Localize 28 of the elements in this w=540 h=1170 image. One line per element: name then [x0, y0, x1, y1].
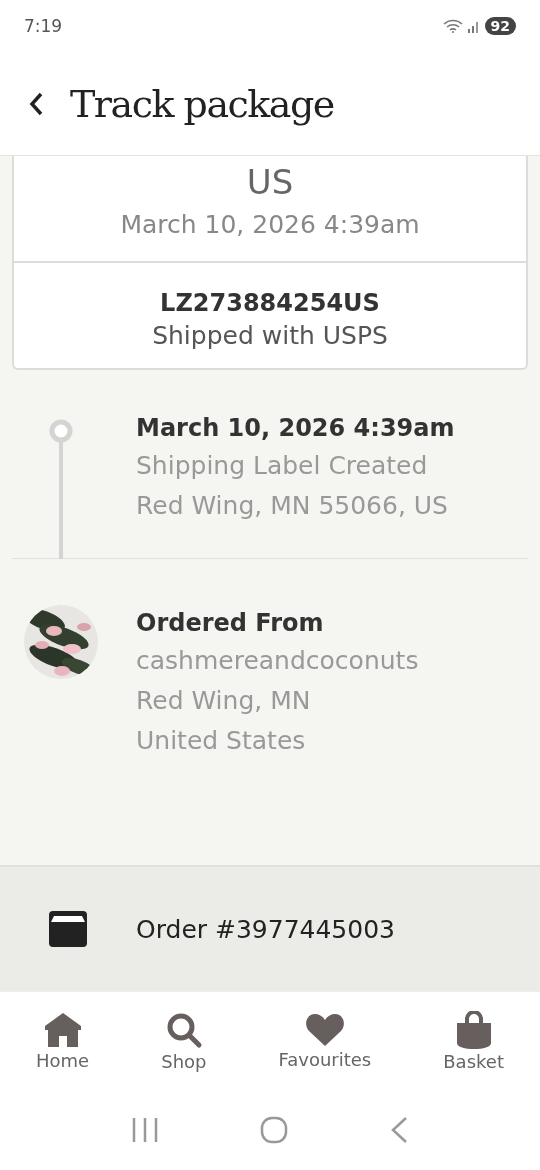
nav-tab[interactable]: Favourites — [278, 1012, 372, 1070]
nav-tab[interactable]: Shop — [161, 1010, 207, 1072]
battery-badge: 92 — [484, 17, 516, 35]
back-button[interactable] — [28, 90, 44, 117]
nav-tab[interactable]: Basket — [443, 1010, 504, 1072]
wifi-icon — [442, 19, 463, 33]
event-detail: Shipping Label Created — [136, 450, 429, 482]
tracking-number: LZ273884254US — [160, 289, 380, 317]
event-detail: Red Wing, MN — [136, 685, 312, 717]
box-icon — [48, 910, 88, 948]
event-detail: United States — [136, 725, 307, 757]
event-title: Ordered From — [136, 608, 325, 639]
bag-icon — [454, 1010, 493, 1049]
carrier-text: Shipped with USPS — [152, 321, 388, 350]
recent-apps-icon[interactable] — [130, 1117, 159, 1143]
timestamp-text: March 10, 2026 4:39am — [120, 210, 420, 239]
status-time: 7:19 — [24, 16, 63, 36]
order-number: Order #3977445003 — [136, 914, 395, 944]
order-row[interactable]: Order #3977445003 — [0, 865, 540, 991]
event-detail: Red Wing, MN 55066, US — [136, 490, 449, 522]
page-title: Track package — [70, 81, 334, 126]
home-icon — [42, 1011, 83, 1048]
event-title: March 10, 2026 4:39am — [136, 413, 455, 444]
signal-icon — [466, 19, 481, 33]
nav-tab[interactable]: Home — [36, 1011, 90, 1071]
heart-icon — [304, 1012, 345, 1047]
event-detail: cashmereandcoconuts — [136, 645, 419, 677]
location-text: US — [246, 161, 294, 204]
